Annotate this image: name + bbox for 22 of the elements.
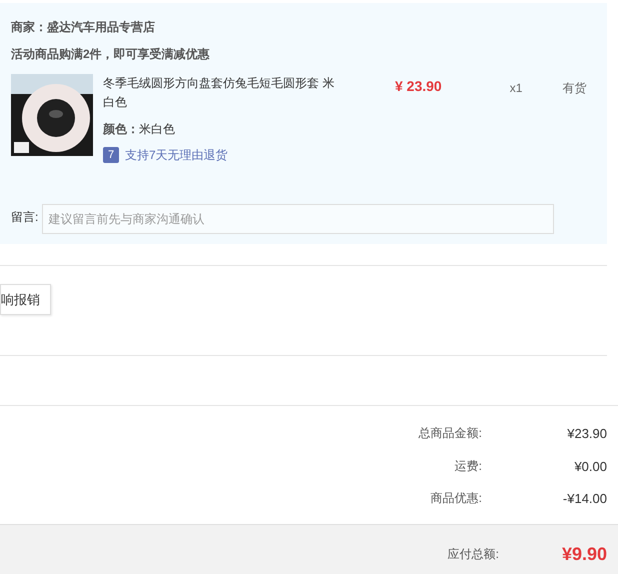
return-badge: 7 [103, 147, 119, 163]
summary-value: ¥0.00 [573, 458, 607, 476]
price: ¥ 23.90 [395, 77, 442, 96]
invoice-button[interactable]: 响报销 [0, 284, 51, 315]
total-value: ¥9.90 [560, 543, 607, 566]
promo-text: 活动商品购满2件，即可享受满减优惠 [11, 46, 211, 63]
color-label: 颜色： [103, 121, 139, 138]
summary-label: 总商品金额: [418, 425, 482, 442]
color-value: 米白色 [139, 121, 175, 138]
return-policy[interactable]: 支持7天无理由退货 [125, 146, 228, 164]
summary-label: 运费: [454, 458, 482, 474]
summary-value: -¥14.00 [562, 490, 607, 508]
quantity: x1 [510, 80, 522, 97]
product-title[interactable]: 冬季毛绒圆形方向盘套仿兔毛短毛圆形套 米白色 [103, 74, 343, 112]
summary-value: ¥23.90 [566, 425, 607, 443]
stock-status: 有货 [562, 80, 586, 97]
message-label: 留言: [11, 209, 38, 226]
total-label: 应付总额: [448, 546, 499, 563]
merchant-label: 商家： [11, 19, 47, 36]
message-field[interactable]: 建议留言前先与商家沟通确认 [42, 204, 554, 234]
summary-label: 商品优惠: [430, 490, 482, 507]
merchant-name[interactable]: 盛达汽车用品专营店 [47, 18, 155, 36]
